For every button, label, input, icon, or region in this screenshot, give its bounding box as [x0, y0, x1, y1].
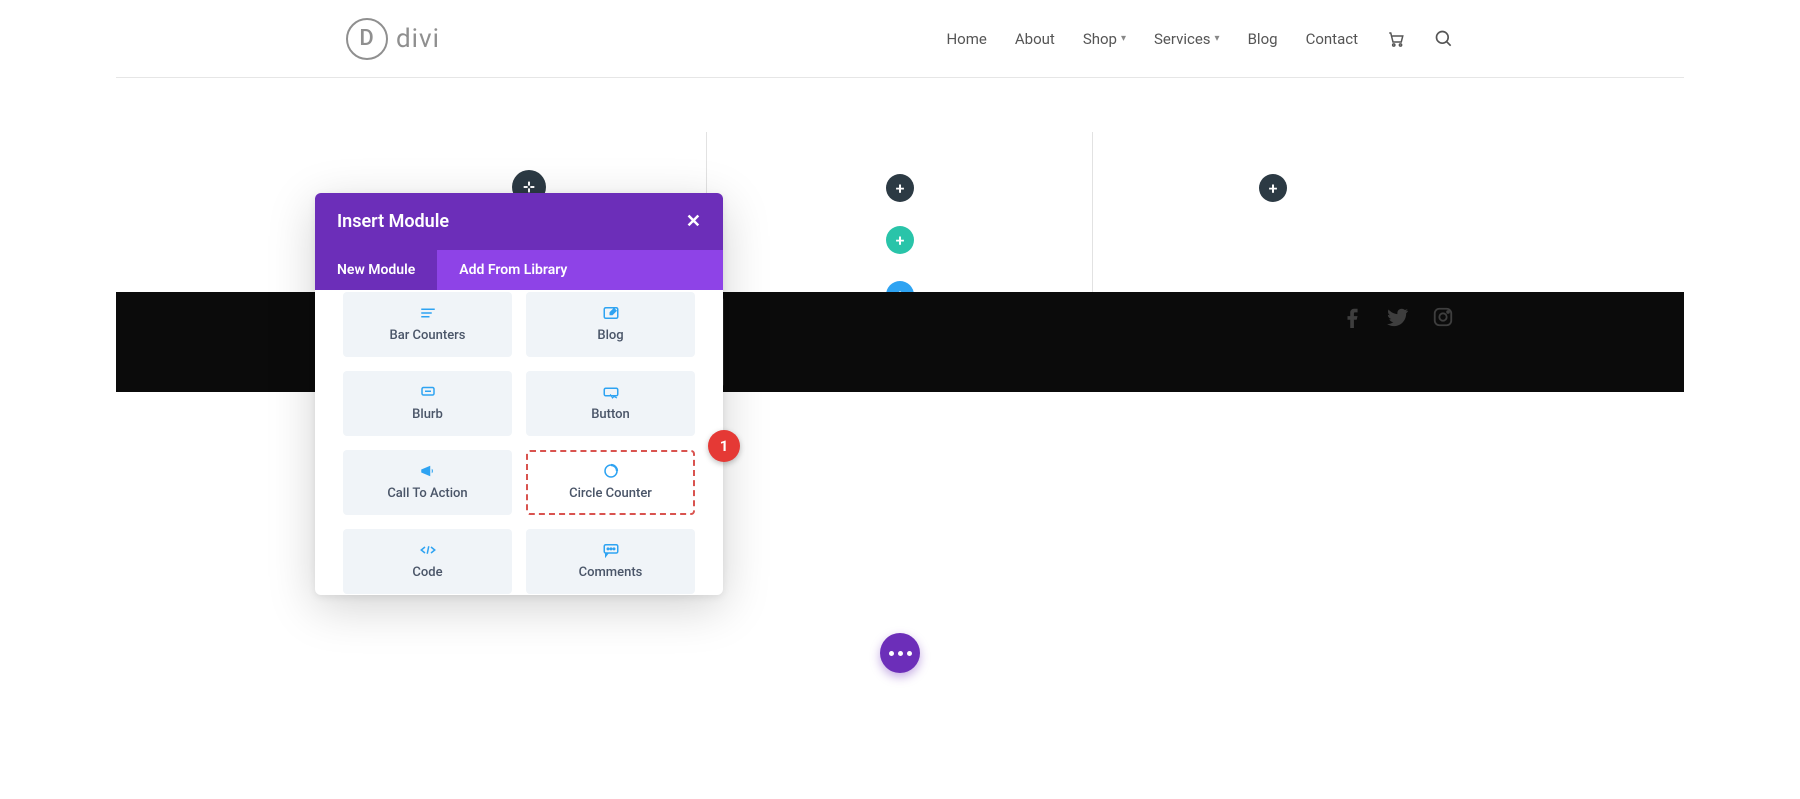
- nav-blog[interactable]: Blog: [1248, 30, 1278, 48]
- tab-add-from-library[interactable]: Add From Library: [437, 250, 589, 290]
- primary-nav: Home About Shop ▾ Services ▾ Blog Contact: [946, 29, 1454, 49]
- button-icon: [602, 383, 620, 401]
- blurb-icon: [419, 383, 437, 401]
- site-logo[interactable]: D divi: [346, 18, 440, 60]
- insert-module-modal: Insert Module ✕ New Module Add From Libr…: [315, 193, 723, 595]
- nav-contact[interactable]: Contact: [1306, 30, 1358, 48]
- module-label: Blurb: [412, 407, 443, 422]
- module-circle-counter[interactable]: Circle Counter: [526, 450, 695, 515]
- module-label: Bar Counters: [390, 328, 466, 343]
- modal-header: Insert Module ✕: [315, 193, 723, 250]
- nav-shop[interactable]: Shop ▾: [1083, 30, 1126, 48]
- nav-services[interactable]: Services ▾: [1154, 30, 1220, 48]
- code-icon: [419, 541, 437, 559]
- search-icon[interactable]: [1434, 29, 1454, 49]
- annotation-badge-1: 1: [708, 430, 740, 462]
- add-module-button[interactable]: +: [886, 174, 914, 202]
- chevron-down-icon: ▾: [1121, 33, 1126, 44]
- builder-settings-fab[interactable]: [880, 633, 920, 673]
- top-navigation: D divi Home About Shop ▾ Services ▾ Blog C…: [116, 0, 1684, 78]
- column-divider: [1092, 132, 1093, 314]
- modal-title: Insert Module: [337, 211, 449, 232]
- nav-blog-label: Blog: [1248, 30, 1278, 48]
- instagram-icon[interactable]: [1432, 306, 1454, 328]
- module-label: Code: [412, 565, 442, 580]
- module-label: Circle Counter: [569, 486, 652, 501]
- module-call-to-action[interactable]: Call To Action: [343, 450, 512, 515]
- module-label: Comments: [579, 565, 643, 580]
- nav-shop-label: Shop: [1083, 30, 1117, 48]
- ellipsis-icon: [889, 651, 912, 656]
- comments-icon: [602, 541, 620, 559]
- nav-about-label: About: [1015, 30, 1055, 48]
- module-blurb[interactable]: Blurb: [343, 371, 512, 436]
- nav-contact-label: Contact: [1306, 30, 1358, 48]
- module-label: Button: [591, 407, 630, 422]
- circle-counter-icon: [602, 462, 620, 480]
- module-button[interactable]: Button: [526, 371, 695, 436]
- logo-text: divi: [396, 24, 440, 54]
- add-row-button[interactable]: +: [886, 226, 914, 254]
- bar-counters-icon: [419, 304, 437, 322]
- nav-services-label: Services: [1154, 30, 1211, 48]
- add-module-button[interactable]: +: [1259, 174, 1287, 202]
- blog-icon: [602, 304, 620, 322]
- module-grid: Bar Counters Blog Blurb Button: [315, 290, 723, 595]
- cart-icon[interactable]: [1386, 30, 1406, 48]
- module-label: Call To Action: [387, 486, 467, 501]
- footer-socials: [1342, 306, 1454, 328]
- nav-home-label: Home: [946, 30, 986, 48]
- twitter-icon[interactable]: [1386, 306, 1410, 328]
- megaphone-icon: [419, 462, 437, 480]
- module-label: Blog: [597, 328, 623, 343]
- modal-tabs: New Module Add From Library: [315, 250, 723, 290]
- nav-home[interactable]: Home: [946, 30, 986, 48]
- module-code[interactable]: Code: [343, 529, 512, 594]
- module-blog[interactable]: Blog: [526, 292, 695, 357]
- close-icon[interactable]: ✕: [686, 211, 701, 232]
- module-bar-counters[interactable]: Bar Counters: [343, 292, 512, 357]
- chevron-down-icon: ▾: [1215, 33, 1220, 44]
- logo-mark: D: [346, 18, 388, 60]
- nav-about[interactable]: About: [1015, 30, 1055, 48]
- facebook-icon[interactable]: [1342, 306, 1364, 328]
- module-comments[interactable]: Comments: [526, 529, 695, 594]
- tab-new-module[interactable]: New Module: [315, 250, 437, 290]
